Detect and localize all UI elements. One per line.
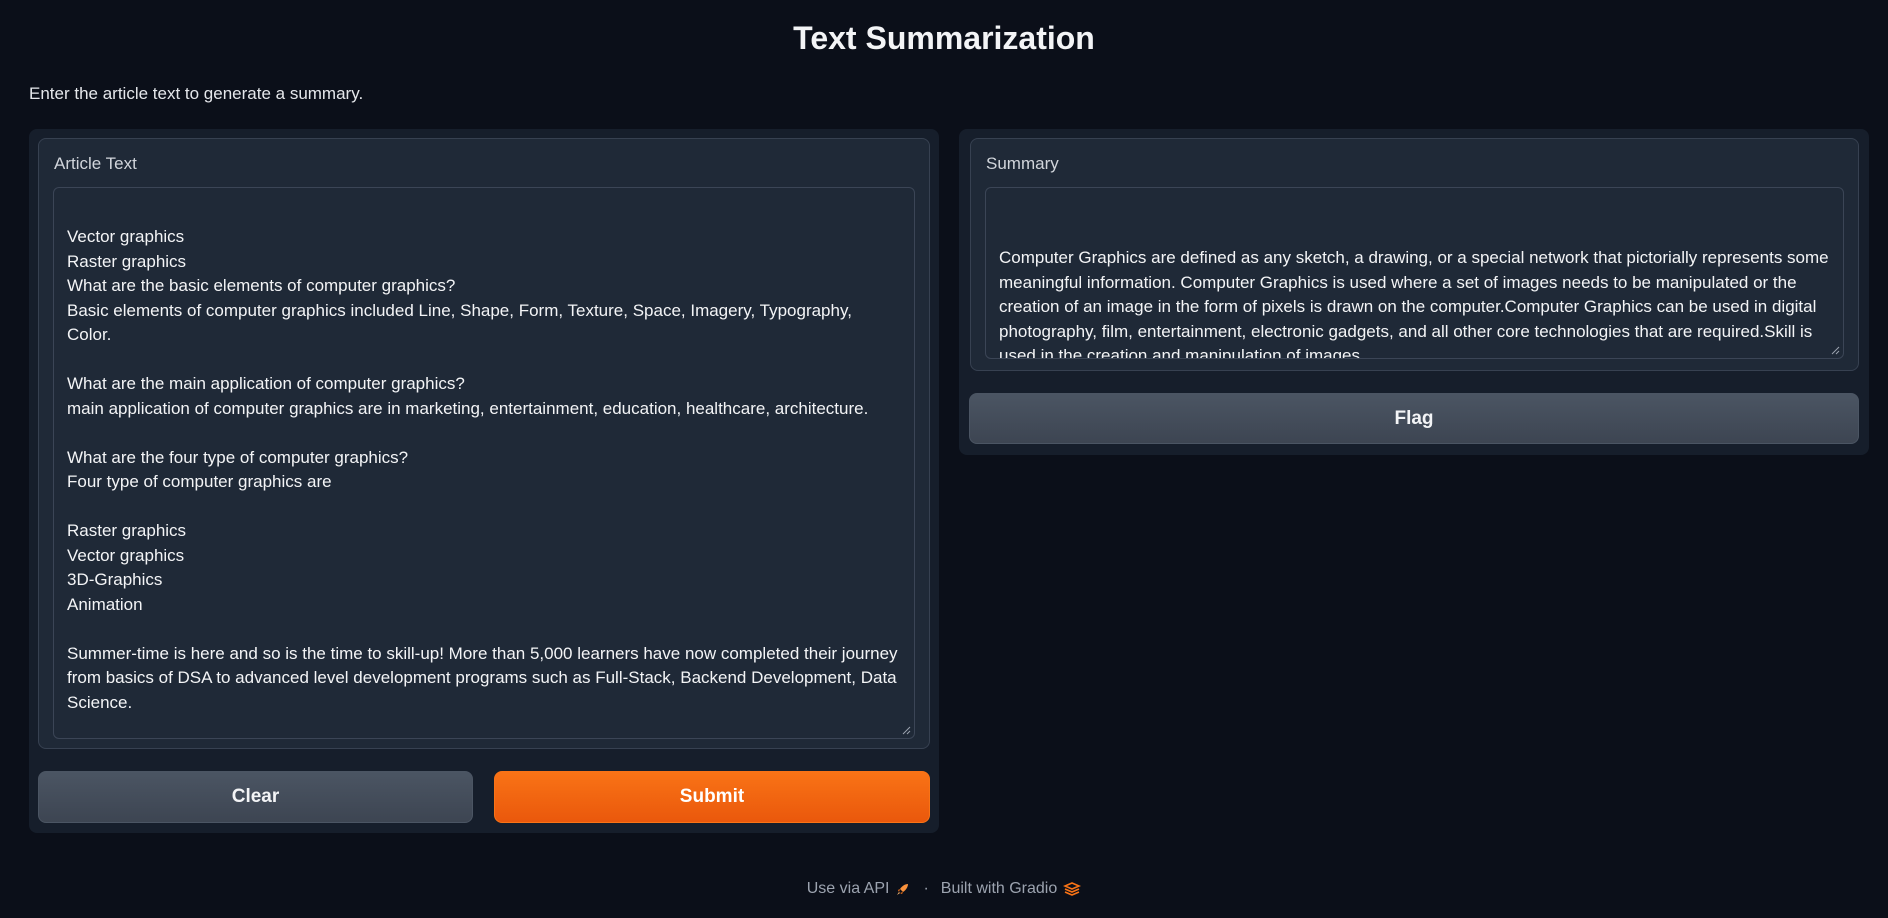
built-with-gradio-link[interactable]: Built with Gradio xyxy=(941,880,1082,898)
input-panel: Article Text Vector graphics Raster grap… xyxy=(29,129,939,833)
article-text-input[interactable]: Vector graphics Raster graphics What are… xyxy=(53,187,915,739)
submit-button[interactable]: Submit xyxy=(494,771,930,823)
footer: Use via API · Built with Gradio xyxy=(0,880,1888,898)
summary-content: Computer Graphics are defined as any ske… xyxy=(999,248,1829,359)
app-root: Text Summarization Enter the article tex… xyxy=(0,0,1888,918)
gradio-logo-icon xyxy=(1063,882,1082,896)
summary-label: Summary xyxy=(986,154,1059,173)
output-panel: Summary Computer Graphics are defined as… xyxy=(959,129,1869,455)
resize-handle-icon[interactable] xyxy=(1830,345,1840,355)
built-with-gradio-label: Built with Gradio xyxy=(940,880,1058,897)
article-text-label: Article Text xyxy=(54,154,137,173)
article-text-content: Vector graphics Raster graphics What are… xyxy=(67,227,898,712)
summary-block: Summary Computer Graphics are defined as… xyxy=(970,138,1859,371)
clear-button[interactable]: Clear xyxy=(38,771,473,823)
flag-button[interactable]: Flag xyxy=(969,393,1859,444)
article-text-block: Article Text Vector graphics Raster grap… xyxy=(38,138,930,749)
use-via-api-link[interactable]: Use via API xyxy=(807,880,912,898)
summary-output[interactable]: Computer Graphics are defined as any ske… xyxy=(985,187,1844,359)
page-title: Text Summarization xyxy=(793,20,1095,56)
page-description: Enter the article text to generate a sum… xyxy=(29,84,364,103)
rocket-icon xyxy=(897,884,909,895)
resize-handle-icon[interactable] xyxy=(901,725,911,735)
use-via-api-label: Use via API xyxy=(806,880,890,897)
footer-separator: · xyxy=(923,880,929,897)
